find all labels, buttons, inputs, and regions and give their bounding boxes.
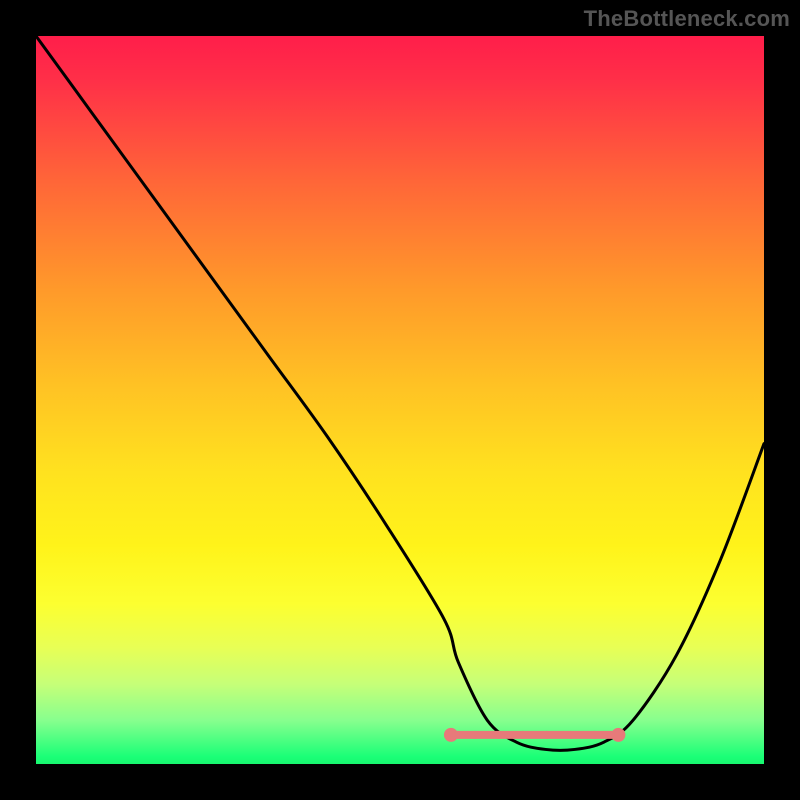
- flat-marker-mid-dot: [519, 731, 527, 739]
- flat-region-marker: [444, 728, 625, 742]
- bottleneck-curve: [36, 36, 764, 750]
- watermark-text: TheBottleneck.com: [584, 6, 790, 32]
- flat-marker-mid-dot: [495, 731, 503, 739]
- chart-frame: TheBottleneck.com: [0, 0, 800, 800]
- chart-overlay: [36, 36, 764, 764]
- flat-marker-mid-dot: [567, 731, 575, 739]
- flat-marker-end-dot: [444, 728, 458, 742]
- flat-marker-mid-dot: [590, 731, 598, 739]
- flat-marker-mid-dot: [471, 731, 479, 739]
- plot-area: [36, 36, 764, 764]
- flat-marker-mid-dot: [543, 731, 551, 739]
- flat-marker-end-dot: [611, 728, 625, 742]
